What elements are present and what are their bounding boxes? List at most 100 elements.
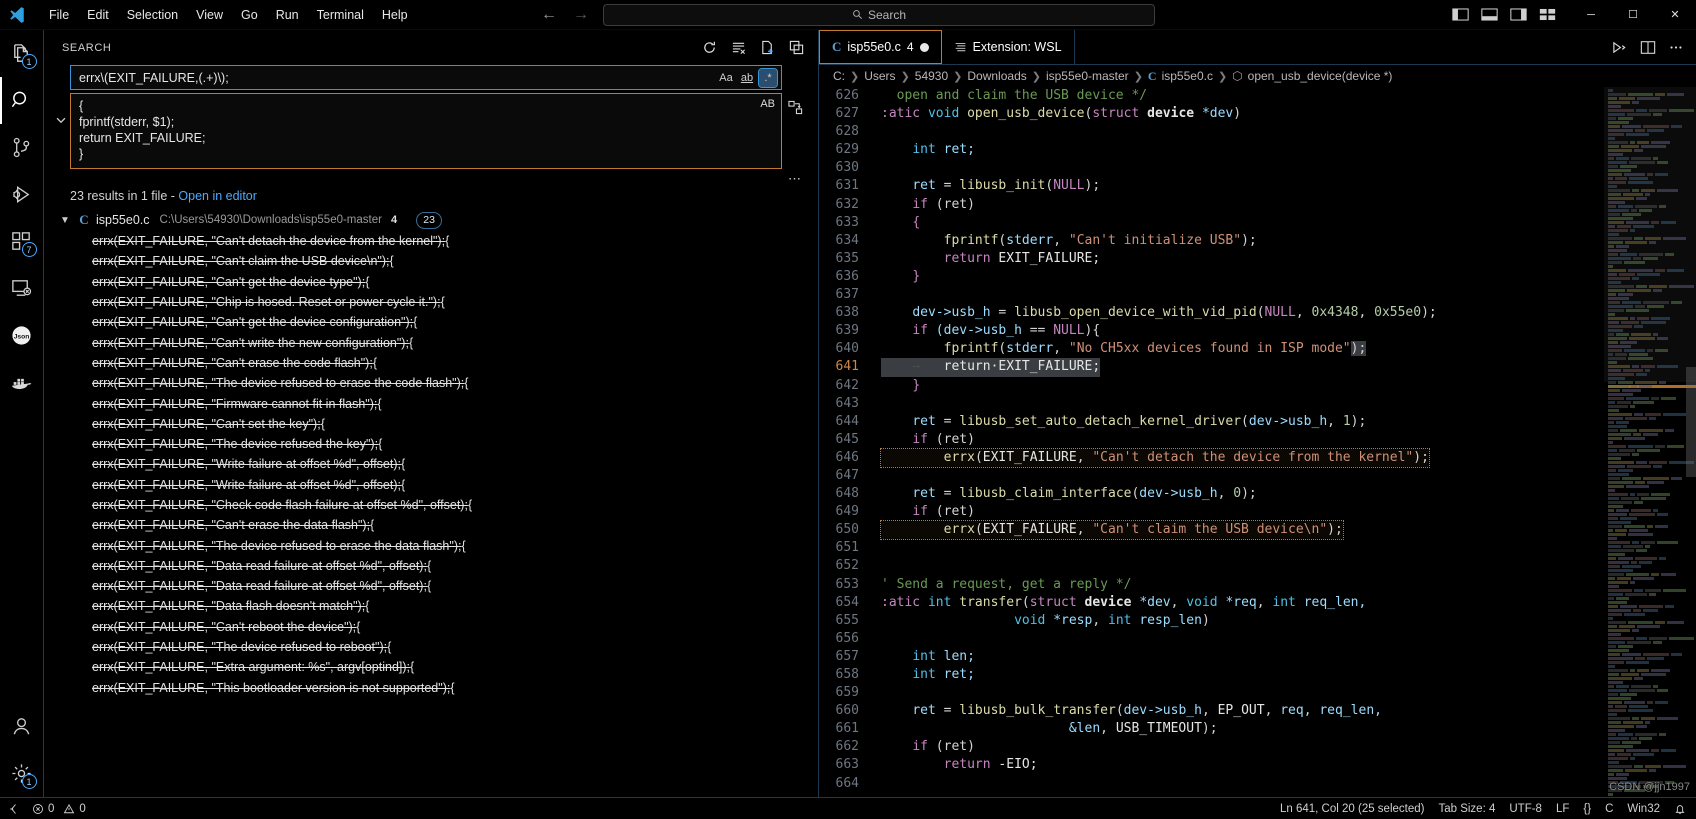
code-line[interactable]: 653' Send a request, get a reply */	[819, 576, 1604, 594]
status-format[interactable]: {}	[1583, 803, 1591, 815]
code-line[interactable]: 629 int ret;	[819, 141, 1604, 159]
status-eol[interactable]: LF	[1556, 803, 1569, 815]
code-line[interactable]: 664	[819, 775, 1604, 793]
remote-indicator[interactable]	[8, 803, 20, 815]
code-line[interactable]: 644 ret = libusb_set_auto_detach_kernel_…	[819, 413, 1604, 431]
menu-edit[interactable]: Edit	[78, 4, 118, 26]
refresh-icon[interactable]	[702, 40, 717, 55]
code-line[interactable]: 646 errx(EXIT_FAILURE, "Can't detach the…	[819, 449, 1604, 467]
code-line[interactable]: 637	[819, 286, 1604, 304]
search-match-row[interactable]: errx(EXIT_FAILURE, "Can't detach the dev…	[54, 231, 818, 251]
result-file-row[interactable]: ▼ C isp55e0.c C:\Users\54930\Downloads\i…	[54, 209, 818, 231]
window-minimize-button[interactable]: ─	[1570, 0, 1612, 30]
code-line[interactable]: 654:atic int transfer(struct device *dev…	[819, 594, 1604, 612]
search-match-row[interactable]: errx(EXIT_FAILURE, "The device refused t…	[54, 637, 818, 657]
activitybar-item-run-debug[interactable]	[0, 171, 44, 218]
activitybar-item-search[interactable]	[0, 77, 44, 124]
activitybar-item-explorer[interactable]: 1	[0, 30, 44, 77]
status-notifications[interactable]	[1674, 803, 1686, 815]
customize-layout-icon[interactable]	[1539, 7, 1556, 22]
status-problems[interactable]: 0 0	[32, 803, 86, 815]
status-tab-size[interactable]: Tab Size: 4	[1438, 803, 1495, 815]
search-match-row[interactable]: errx(EXIT_FAILURE, "Data read failure at…	[54, 576, 818, 596]
status-encoding[interactable]: UTF-8	[1509, 803, 1542, 815]
tab-extension-wsl[interactable]: Extension: WSL	[942, 30, 1075, 64]
menu-terminal[interactable]: Terminal	[308, 4, 373, 26]
breadcrumb-item-6[interactable]: open_usb_device(device *)	[1248, 69, 1393, 83]
replace-all-button[interactable]	[784, 96, 806, 118]
more-actions-icon[interactable]	[1668, 40, 1684, 55]
code-line[interactable]: 630	[819, 159, 1604, 177]
vertical-scrollbar[interactable]	[1686, 367, 1696, 477]
breadcrumb-item-4[interactable]: isp55e0-master	[1046, 69, 1129, 83]
code-line[interactable]: 656	[819, 630, 1604, 648]
search-match-row[interactable]: errx(EXIT_FAILURE, "Chip is hosed. Reset…	[54, 292, 818, 312]
breadcrumb-item-2[interactable]: 54930	[915, 69, 948, 83]
search-match-row[interactable]: errx(EXIT_FAILURE, "Can't get the device…	[54, 272, 818, 292]
search-match-list[interactable]: errx(EXIT_FAILURE, "Can't detach the dev…	[54, 231, 818, 698]
search-match-row[interactable]: errx(EXIT_FAILURE, "Write failure at off…	[54, 454, 818, 474]
code-line[interactable]: 638 dev->usb_h = libusb_open_device_with…	[819, 304, 1604, 322]
search-match-row[interactable]: errx(EXIT_FAILURE, "Check code flash fai…	[54, 495, 818, 515]
split-editor-icon[interactable]	[1640, 40, 1656, 55]
code-line[interactable]: 626 open and claim the USB device */	[819, 87, 1604, 105]
toggle-primary-sidebar-icon[interactable]	[1452, 7, 1469, 22]
code-line[interactable]: 639 if (dev->usb_h == NULL){	[819, 322, 1604, 340]
code-line[interactable]: 662 if (ret)	[819, 738, 1604, 756]
code-lines[interactable]: 626 open and claim the USB device */627:…	[819, 87, 1604, 797]
search-match-row[interactable]: errx(EXIT_FAILURE, "Can't write the new …	[54, 332, 818, 352]
menu-selection[interactable]: Selection	[118, 4, 187, 26]
code-line[interactable]: 641 → return·EXIT_FAILURE;	[819, 358, 1604, 376]
code-line[interactable]: 649 if (ret)	[819, 503, 1604, 521]
code-line[interactable]: 647	[819, 467, 1604, 485]
activitybar-item-manage-settings[interactable]: 1	[0, 750, 44, 797]
unsaved-indicator-icon[interactable]	[920, 43, 929, 52]
tab-isp55e0-c[interactable]: C isp55e0.c 4	[819, 30, 942, 64]
code-line[interactable]: 632 if (ret)	[819, 196, 1604, 214]
search-match-row[interactable]: errx(EXIT_FAILURE, "The device refused t…	[54, 373, 818, 393]
menu-file[interactable]: File	[40, 4, 78, 26]
search-details-toggle[interactable]: ⋯	[44, 169, 818, 187]
status-language-mode[interactable]: C	[1605, 803, 1613, 815]
match-case-toggle[interactable]: Aa	[717, 69, 735, 87]
toggle-panel-icon[interactable]	[1481, 7, 1498, 22]
use-regex-toggle[interactable]: .*	[759, 69, 777, 87]
search-match-row[interactable]: errx(EXIT_FAILURE, "Write failure at off…	[54, 475, 818, 495]
code-line[interactable]: 636 }	[819, 268, 1604, 286]
navigate-back-icon[interactable]: ←	[541, 7, 557, 23]
activitybar-item-json-viewer[interactable]: Json	[0, 312, 44, 359]
code-line[interactable]: 642 }	[819, 377, 1604, 395]
code-line[interactable]: 631 ret = libusb_init(NULL);	[819, 177, 1604, 195]
menu-go[interactable]: Go	[232, 4, 267, 26]
status-cursor-position[interactable]: Ln 641, Col 20 (25 selected)	[1280, 803, 1424, 815]
replace-input[interactable]: { fprintf(stderr, $1); return EXIT_FAILU…	[70, 93, 782, 169]
collapse-all-icon[interactable]	[789, 40, 804, 55]
code-line[interactable]: 658 int ret;	[819, 666, 1604, 684]
run-or-debug-icon[interactable]	[1611, 40, 1628, 55]
toggle-secondary-sidebar-icon[interactable]	[1510, 7, 1527, 22]
code-line[interactable]: 643	[819, 395, 1604, 413]
search-match-row[interactable]: errx(EXIT_FAILURE, "Data read failure at…	[54, 556, 818, 576]
search-match-row[interactable]: errx(EXIT_FAILURE, "Can't claim the USB …	[54, 251, 818, 271]
search-match-row[interactable]: errx(EXIT_FAILURE, "The device refused t…	[54, 434, 818, 454]
activitybar-item-docker[interactable]	[0, 359, 44, 406]
code-line[interactable]: 660 ret = libusb_bulk_transfer(dev->usb_…	[819, 702, 1604, 720]
minimap[interactable]: CSDN @jjn1997	[1604, 87, 1696, 797]
search-match-row[interactable]: errx(EXIT_FAILURE, "Can't erase the data…	[54, 515, 818, 535]
search-match-row[interactable]: errx(EXIT_FAILURE, "Extra argument: %s",…	[54, 657, 818, 677]
code-line[interactable]: 663 return -EIO;	[819, 756, 1604, 774]
code-editor[interactable]: 626 open and claim the USB device */627:…	[819, 87, 1696, 797]
activitybar-item-extensions[interactable]: 7	[0, 218, 44, 265]
breadcrumb-item-3[interactable]: Downloads	[967, 69, 1026, 83]
code-line[interactable]: 648 ret = libusb_claim_interface(dev->us…	[819, 485, 1604, 503]
activitybar-item-remote-explorer[interactable]	[0, 265, 44, 312]
code-line[interactable]: 657 int len;	[819, 648, 1604, 666]
code-line[interactable]: 650 errx(EXIT_FAILURE, "Can't claim the …	[819, 521, 1604, 539]
clear-results-icon[interactable]	[731, 40, 746, 55]
code-line[interactable]: 661 &len, USB_TIMEOUT);	[819, 720, 1604, 738]
code-line[interactable]: 640 fprintf(stderr, "No CH5xx devices fo…	[819, 340, 1604, 358]
search-match-row[interactable]: errx(EXIT_FAILURE, "The device refused t…	[54, 535, 818, 555]
whole-word-toggle[interactable]: ab	[738, 69, 756, 87]
code-line[interactable]: 651	[819, 539, 1604, 557]
code-line[interactable]: 628	[819, 123, 1604, 141]
